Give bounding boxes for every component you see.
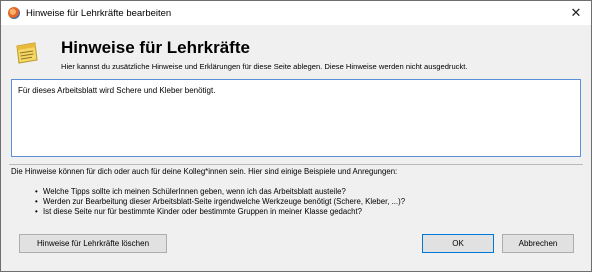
dialog-window: Hinweise für Lehrkräfte bearbeiten ✕ Hin…: [0, 0, 592, 272]
example-item: Ist diese Seite nur für bestimmte Kinder…: [35, 207, 405, 217]
header-subtitle: Hier kannst du zusätzliche Hinweise und …: [61, 62, 468, 71]
delete-hints-button[interactable]: Hinweise für Lehrkräfte löschen: [19, 234, 167, 253]
example-item: Welche Tipps sollte ich meinen SchülerIn…: [35, 187, 405, 197]
examples-list: Welche Tipps sollte ich meinen SchülerIn…: [35, 187, 405, 217]
window-title: Hinweise für Lehrkräfte bearbeiten: [26, 7, 172, 19]
app-logo-icon: [8, 7, 20, 19]
dialog-header: Hinweise für Lehrkräfte Hier kannst du z…: [1, 25, 591, 75]
notes-textarea[interactable]: Für dieses Arbeitsblatt wird Schere und …: [11, 79, 581, 157]
ok-button[interactable]: OK: [422, 234, 494, 253]
title-bar: Hinweise für Lehrkräfte bearbeiten ✕: [1, 1, 591, 25]
cancel-button[interactable]: Abbrechen: [502, 234, 574, 253]
close-button[interactable]: ✕: [561, 1, 591, 25]
close-icon: ✕: [570, 5, 582, 20]
info-intro: Die Hinweise können für dich oder auch f…: [11, 167, 398, 176]
header-title: Hinweise für Lehrkräfte: [61, 38, 250, 57]
notepad-icon: [16, 42, 38, 64]
divider: [9, 164, 583, 165]
example-item: Werden zur Bearbeitung dieser Arbeitsbla…: [35, 197, 405, 207]
